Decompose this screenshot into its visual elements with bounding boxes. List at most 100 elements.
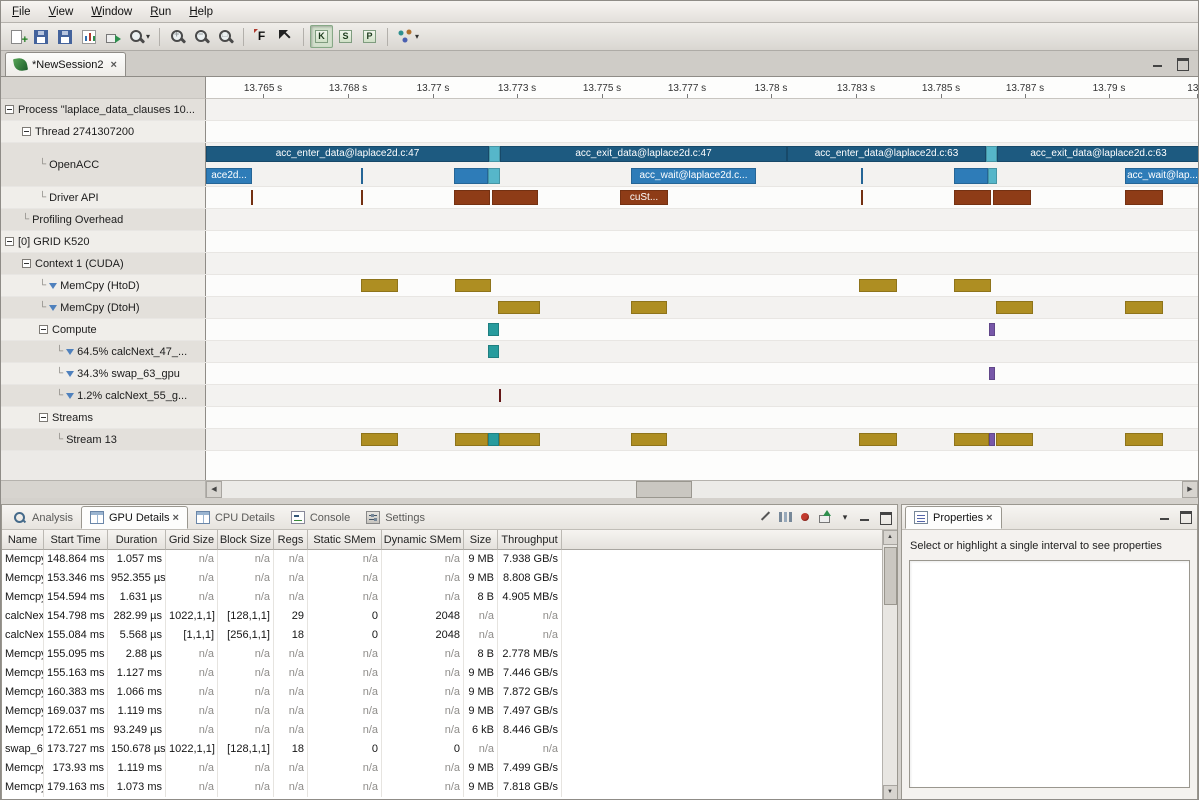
column-header-size[interactable]: Size	[464, 530, 498, 550]
timeline-interval[interactable]: acc_wait@laplace2d.c...	[631, 168, 756, 184]
timeline-interval[interactable]	[989, 433, 995, 446]
timeline-interval[interactable]	[993, 190, 1031, 205]
tab-console[interactable]: Console	[283, 506, 358, 529]
zoom-out-button[interactable]: −	[190, 25, 213, 48]
stream-view-toggle[interactable]: S	[334, 25, 357, 48]
timeline-interval[interactable]	[499, 433, 540, 446]
timeline-interval[interactable]	[861, 190, 863, 205]
tree-item-streams[interactable]: Streams	[1, 407, 206, 428]
timeline-interval[interactable]	[454, 190, 490, 205]
tree-item-openacc[interactable]: └OpenACC	[1, 143, 206, 186]
timeline-interval[interactable]	[488, 345, 499, 358]
tab-newsession2[interactable]: *NewSession2 ×	[5, 52, 126, 76]
goto-marker-button[interactable]: F	[250, 25, 273, 48]
timeline-interval[interactable]	[859, 433, 897, 446]
maximize-icon[interactable]	[1177, 509, 1193, 523]
columns-icon[interactable]	[777, 509, 793, 525]
tree-item-64-5-calcnext-47[interactable]: └64.5% calcNext_47_...	[1, 341, 206, 362]
table-row[interactable]: Memcpy172.651 ms93.249 µsn/an/an/an/an/a…	[2, 721, 882, 740]
scroll-right-icon[interactable]: ▶	[1182, 481, 1198, 498]
timeline-interval[interactable]	[455, 279, 491, 292]
scroll-left-icon[interactable]: ◀	[206, 481, 222, 498]
column-header-duration[interactable]: Duration	[108, 530, 166, 550]
table-row[interactable]: Memcpy148.864 ms1.057 msn/an/an/an/an/a9…	[2, 550, 882, 569]
time-ruler[interactable]: 13.765 s13.768 s13.77 s13.773 s13.775 s1…	[206, 77, 1198, 99]
column-header-throughput[interactable]: Throughput	[498, 530, 562, 550]
column-header-dynamic-smem[interactable]: Dynamic SMem	[382, 530, 464, 550]
collapse-toggle-icon[interactable]	[22, 259, 31, 268]
timeline-interval[interactable]: acc_exit_data@laplace2d.c:47	[500, 146, 787, 162]
timeline-interval[interactable]	[954, 279, 991, 292]
table-row[interactable]: Memcpy155.095 ms2.88 µsn/an/an/an/an/a8 …	[2, 645, 882, 664]
timeline-interval[interactable]	[488, 323, 499, 336]
close-tab-icon[interactable]: ×	[173, 512, 179, 524]
report-button[interactable]	[77, 25, 100, 48]
table-row[interactable]: calcNext155.084 ms5.568 µs[1,1,1][256,1,…	[2, 626, 882, 645]
menu-view[interactable]: View	[40, 3, 83, 21]
timeline-interval[interactable]	[954, 190, 991, 205]
timeline-interval[interactable]	[1125, 301, 1163, 314]
tree-item-1-2-calcnext-55-g[interactable]: └1.2% calcNext_55_g...	[1, 385, 206, 406]
table-row[interactable]: calcNext154.798 ms282.99 µs1022,1,1][128…	[2, 607, 882, 626]
collapse-toggle-icon[interactable]	[39, 325, 48, 334]
table-row[interactable]: Memcpy173.93 ms1.119 msn/an/an/an/an/a9 …	[2, 759, 882, 778]
tree-item-compute[interactable]: Compute	[1, 319, 206, 340]
timeline-interval[interactable]	[631, 301, 667, 314]
timeline-interval[interactable]	[361, 279, 398, 292]
timeline-interval[interactable]	[361, 168, 363, 184]
tab-cpu-details[interactable]: CPU Details	[188, 506, 283, 529]
process-view-toggle[interactable]: P	[358, 25, 381, 48]
tab-properties[interactable]: Properties ×	[905, 506, 1002, 529]
minimize-icon[interactable]	[857, 510, 873, 524]
timeline-interval[interactable]	[859, 279, 897, 292]
timeline-interval[interactable]: acc_exit_data@laplace2d.c:63	[997, 146, 1198, 162]
maximize-icon[interactable]	[1174, 56, 1190, 70]
timeline-interval[interactable]	[954, 168, 988, 184]
table-row[interactable]: swap_63173.727 ms150.678 µs1022,1,1][128…	[2, 740, 882, 759]
timeline-interval[interactable]	[989, 367, 995, 380]
timeline-interval[interactable]	[361, 190, 363, 205]
tree-item-34-3-swap-63-gpu[interactable]: └34.3% swap_63_gpu	[1, 363, 206, 384]
tree-item-process-laplace-data-clauses-10[interactable]: Process "laplace_data_clauses 10...	[1, 99, 206, 120]
timeline-interval[interactable]	[996, 433, 1033, 446]
timeline-interval[interactable]	[986, 146, 997, 162]
timeline-interval[interactable]	[488, 168, 500, 184]
tab-settings[interactable]: Settings	[358, 506, 433, 529]
menu-help[interactable]: Help	[180, 3, 222, 21]
export-button[interactable]	[101, 25, 124, 48]
zoom-fit-button[interactable]: □	[214, 25, 237, 48]
table-row[interactable]: Memcpy155.163 ms1.127 msn/an/an/an/an/a9…	[2, 664, 882, 683]
tree-item-driver-api[interactable]: └Driver API	[1, 187, 206, 208]
timeline-interval[interactable]	[996, 301, 1033, 314]
tree-item-stream-13[interactable]: └Stream 13	[1, 429, 206, 450]
tree-item-context-1-cuda[interactable]: Context 1 (CUDA)	[1, 253, 206, 274]
select-arrow-button[interactable]	[274, 25, 297, 48]
close-tab-icon[interactable]: ×	[986, 512, 992, 524]
column-header-name[interactable]: Name	[2, 530, 44, 550]
collapse-toggle-icon[interactable]	[5, 237, 14, 246]
new-session-button[interactable]	[5, 25, 28, 48]
timeline-interval[interactable]	[488, 433, 499, 446]
kernel-view-toggle[interactable]: K	[310, 25, 333, 48]
table-row[interactable]: Memcpy153.346 ms952.355 µsn/an/an/an/an/…	[2, 569, 882, 588]
record-icon[interactable]	[797, 509, 813, 525]
timeline-interval[interactable]: acc_enter_data@laplace2d.c:47	[206, 146, 489, 162]
tree-item-memcpy-htod[interactable]: └MemCpy (HtoD)	[1, 275, 206, 296]
save-all-button[interactable]	[53, 25, 76, 48]
collapse-toggle-icon[interactable]	[39, 413, 48, 422]
tree-item-0-grid-k520[interactable]: [0] GRID K520	[1, 231, 206, 252]
scroll-down-icon[interactable]: ▼	[883, 785, 898, 800]
save-session-button[interactable]	[29, 25, 52, 48]
hscroll-thumb[interactable]	[636, 481, 692, 498]
table-row[interactable]: Memcpy169.037 ms1.119 msn/an/an/an/an/a9…	[2, 702, 882, 721]
timeline-interval[interactable]	[454, 168, 488, 184]
timeline-interval[interactable]	[1125, 433, 1163, 446]
hscroll-track[interactable]	[222, 481, 1182, 498]
timeline-interval[interactable]: ace2d...	[206, 168, 252, 184]
collapse-toggle-icon[interactable]	[5, 105, 14, 114]
scroll-up-icon[interactable]: ▲	[883, 530, 898, 545]
close-tab-icon[interactable]: ×	[111, 59, 117, 71]
timeline-interval[interactable]	[251, 190, 253, 205]
menu-file[interactable]: File	[3, 3, 40, 21]
minimize-icon[interactable]	[1150, 56, 1166, 70]
